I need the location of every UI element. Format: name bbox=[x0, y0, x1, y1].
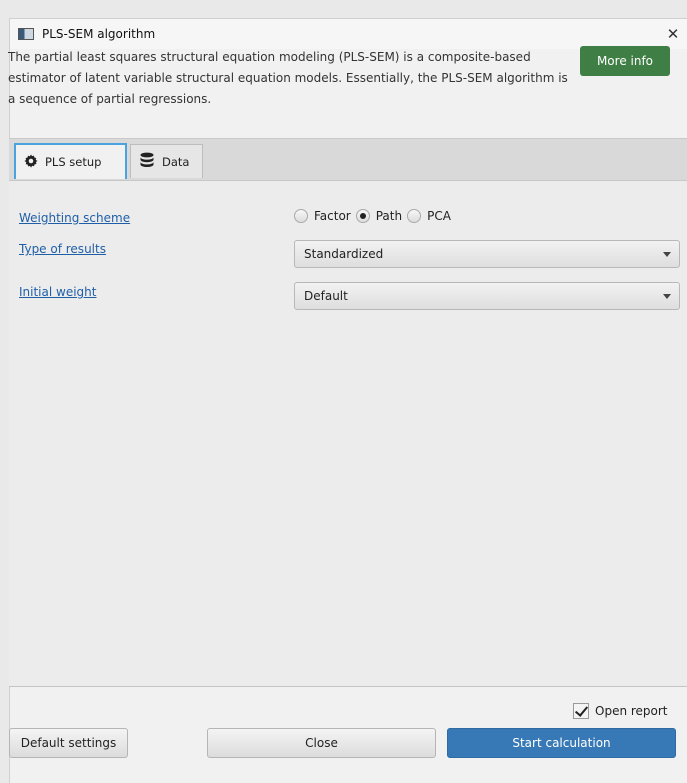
open-report-label: Open report bbox=[595, 704, 668, 718]
chevron-down-icon bbox=[663, 252, 671, 257]
tab-bar: PLS setup Data bbox=[9, 138, 687, 181]
window-title: PLS-SEM algorithm bbox=[42, 27, 156, 41]
tab-label: Data bbox=[162, 154, 190, 169]
open-report-option: Open report bbox=[573, 703, 668, 719]
radio-pca[interactable] bbox=[407, 209, 422, 223]
gear-icon bbox=[24, 153, 38, 171]
tab-label: PLS setup bbox=[45, 155, 102, 169]
type-of-results-select[interactable]: Standardized bbox=[294, 240, 680, 268]
radio-factor-label: Factor bbox=[314, 209, 351, 223]
radio-path-label: Path bbox=[375, 209, 403, 223]
weighting-scheme-radios: Factor Path PCA bbox=[294, 209, 456, 223]
type-of-results-value: Standardized bbox=[304, 247, 384, 261]
type-of-results-label[interactable]: Type of results bbox=[19, 242, 106, 256]
tab-pls-setup[interactable]: PLS setup bbox=[14, 143, 127, 179]
pls-setup-panel: Weighting scheme Factor Path PCA Type of… bbox=[9, 181, 687, 687]
start-calculation-button[interactable]: Start calculation bbox=[447, 728, 676, 758]
app-icon bbox=[18, 28, 34, 40]
more-info-button[interactable]: More info bbox=[580, 46, 670, 76]
radio-pca-label: PCA bbox=[427, 209, 451, 223]
close-icon[interactable]: ✕ bbox=[662, 23, 684, 45]
initial-weight-value: Default bbox=[304, 289, 348, 303]
open-report-checkbox[interactable] bbox=[573, 703, 589, 719]
initial-weight-select[interactable]: Default bbox=[294, 282, 680, 310]
description-text: The partial least squares structural equ… bbox=[8, 50, 568, 106]
initial-weight-label[interactable]: Initial weight bbox=[19, 285, 96, 299]
weighting-scheme-label[interactable]: Weighting scheme bbox=[19, 211, 130, 225]
close-button[interactable]: Close bbox=[207, 728, 436, 758]
default-settings-button[interactable]: Default settings bbox=[9, 728, 128, 758]
title-bar: PLS-SEM algorithm ✕ bbox=[10, 19, 687, 49]
radio-path[interactable] bbox=[355, 209, 370, 223]
chevron-down-icon bbox=[663, 294, 671, 299]
database-icon bbox=[139, 152, 155, 171]
tab-data[interactable]: Data bbox=[130, 144, 203, 178]
radio-factor[interactable] bbox=[294, 209, 308, 223]
